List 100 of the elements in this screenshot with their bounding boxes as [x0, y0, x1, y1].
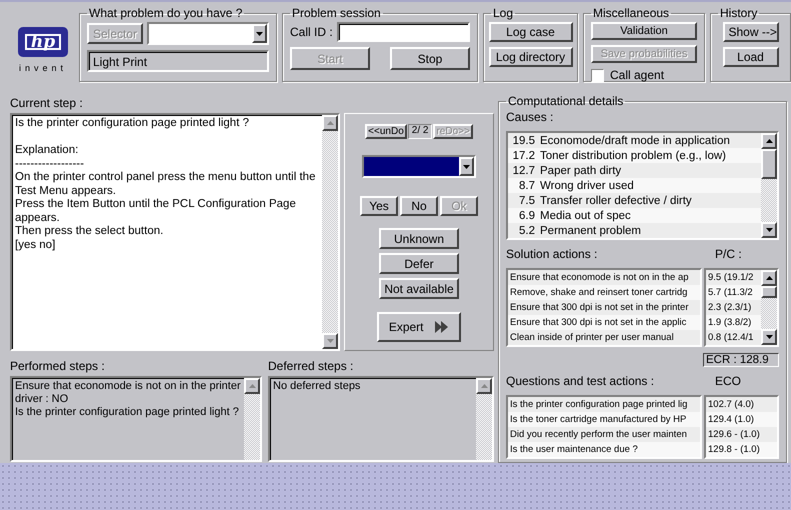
cause-name[interactable]: Toner distribution problem (e.g., low) [540, 150, 726, 162]
scroll-up-button[interactable] [244, 378, 260, 394]
cause-name[interactable]: Transfer roller defective / dirty [540, 194, 692, 206]
question-action[interactable]: Is the toner cartridge manufactured by HP [508, 412, 700, 427]
solution-actions-label: Solution actions : [506, 247, 598, 261]
pc-value: 2.3 (2.3/1) [706, 300, 761, 315]
answer-button[interactable]: Yes [360, 196, 398, 216]
deferred-steps-label: Deferred steps : [268, 359, 354, 373]
questions-label: Questions and test actions : [506, 374, 654, 388]
scroll-down-button[interactable] [761, 329, 777, 345]
cause-name[interactable]: Paper path dirty [540, 164, 622, 176]
call-id-field[interactable] [336, 22, 470, 42]
cause-probability: 8.7 [518, 180, 535, 192]
expert-button[interactable]: Expert [377, 312, 461, 342]
scroll-down-button[interactable] [322, 333, 338, 349]
solution-action[interactable]: Remove, shake and reinsert toner cartridg [508, 285, 700, 300]
scroll-up-button[interactable] [761, 270, 777, 286]
scrollbar[interactable] [476, 378, 492, 460]
step-text-line: Explanation: [15, 144, 80, 158]
pc-value: 5.7 (11.3/2 [706, 285, 761, 300]
performed-step: Ensure that economode is not on in the printer driver : NO [15, 380, 241, 406]
session-button[interactable]: Stop [390, 47, 470, 70]
solution-action[interactable]: Ensure that 300 dpi is not set in the printer [508, 300, 700, 315]
cause-probability: 19.5 [512, 134, 535, 146]
history-button[interactable]: Load [722, 47, 778, 67]
answer-button[interactable]: No [400, 196, 438, 216]
call-agent-label: Call agent [610, 68, 664, 82]
call-agent-checkbox[interactable] [591, 68, 604, 82]
pc-value: 1.9 (3.8/2) [706, 315, 761, 330]
problem-dropdown[interactable] [147, 22, 269, 45]
up-arrow-icon [248, 384, 256, 388]
pc-value: 0.8 (12.4/1 [706, 330, 761, 345]
performed-step: Is the printer configuration page printed light ? [15, 406, 241, 419]
cause-name[interactable]: Permanent problem [540, 224, 641, 236]
up-arrow-icon [766, 139, 772, 143]
misc-button[interactable]: Validation [591, 22, 697, 40]
question-action[interactable]: Is the user maintenance due ? [508, 442, 700, 457]
performed-steps-label: Performed steps : [10, 359, 106, 373]
scroll-up-button[interactable] [322, 115, 338, 131]
group-title: Log [492, 6, 514, 20]
solution-action[interactable]: Ensure that economode is not on in the ap [508, 270, 700, 285]
cause-probability: 12.7 [512, 164, 535, 176]
pc-value: 9.5 (19.1/2 [706, 270, 761, 285]
up-arrow-icon [766, 276, 772, 280]
up-arrow-icon [326, 121, 334, 125]
scroll-up-button[interactable] [476, 378, 492, 394]
group-title: History [719, 6, 758, 20]
step-text-line: Press the Item Button until the PCL Configuration Page appears. [15, 198, 297, 225]
scrollbar[interactable] [322, 115, 338, 349]
step-counter: 2/ 2 [408, 124, 432, 139]
down-arrow-icon [766, 335, 772, 339]
log-button[interactable]: Log directory [488, 47, 572, 67]
step-text-line: On the printer control panel press the menu button until the Test Menu appears. [15, 171, 316, 198]
cause-name[interactable]: Economode/draft mode in application [540, 134, 730, 146]
step-text-line: Then press the select button. [15, 225, 164, 238]
answer-option-button[interactable]: Unknown [379, 228, 459, 249]
up-arrow-icon [480, 384, 488, 388]
solution-action[interactable]: Ensure that 300 dpi is not set in the applic [508, 315, 700, 330]
answer-dropdown[interactable] [362, 155, 476, 178]
cause-name[interactable]: Wrong driver used [540, 180, 634, 192]
cause-probability: 6.9 [518, 210, 535, 222]
step-question: Is the printer configuration page printed light ? [15, 117, 250, 130]
logo-tagline: invent [18, 63, 68, 73]
scroll-up-button[interactable] [761, 133, 777, 149]
dropdown-arrow-icon [463, 164, 470, 168]
answer-option-button[interactable]: Not available [379, 278, 459, 299]
cause-name[interactable]: Media out of spec [540, 210, 631, 222]
eco-label: ECO [715, 374, 742, 388]
group-title: What problem do you have ? [88, 6, 244, 20]
cause-probability: 17.2 [512, 150, 535, 162]
scrollbar[interactable] [761, 133, 777, 238]
call-id-label: Call ID : [290, 25, 333, 39]
down-arrow-icon [326, 339, 334, 343]
scroll-down-button[interactable] [761, 222, 777, 238]
cause-probability: 7.5 [518, 194, 535, 206]
eco-value: 102.7 (4.0) [706, 397, 777, 412]
current-step-label: Current step : [10, 96, 84, 110]
selected-problem-field: Light Print [87, 50, 269, 72]
history-button[interactable]: Show --> [722, 22, 778, 42]
group-title: Problem session [291, 6, 382, 20]
deferred-step: No deferred steps [273, 380, 473, 393]
group-title: Miscellaneous [592, 6, 670, 20]
causes-label: Causes : [506, 110, 554, 124]
eco-value: 129.6 - (1.0) [706, 427, 777, 442]
question-action[interactable]: Did you recently perform the user mainten [508, 427, 700, 442]
log-button[interactable]: Log case [488, 22, 572, 42]
undo-button[interactable]: <<unDo [365, 124, 407, 139]
answer-option-button[interactable]: Defer [379, 253, 459, 274]
group-title: Computational details [507, 94, 624, 108]
scrollbar[interactable] [761, 270, 777, 345]
solution-action[interactable]: Clean inside of printer per user manual [508, 330, 700, 345]
step-text-line: [yes no] [15, 238, 56, 252]
step-text-line: ------------------ [15, 158, 85, 171]
scroll-thumb[interactable] [761, 149, 777, 179]
eco-value: 129.4 (1.0) [706, 412, 777, 427]
cause-probability: 5.2 [518, 224, 535, 236]
double-arrow-icon [435, 321, 450, 333]
scrollbar[interactable] [244, 378, 260, 460]
scroll-thumb[interactable] [761, 286, 777, 298]
question-action[interactable]: Is the printer configuration page printed lig [508, 397, 700, 412]
